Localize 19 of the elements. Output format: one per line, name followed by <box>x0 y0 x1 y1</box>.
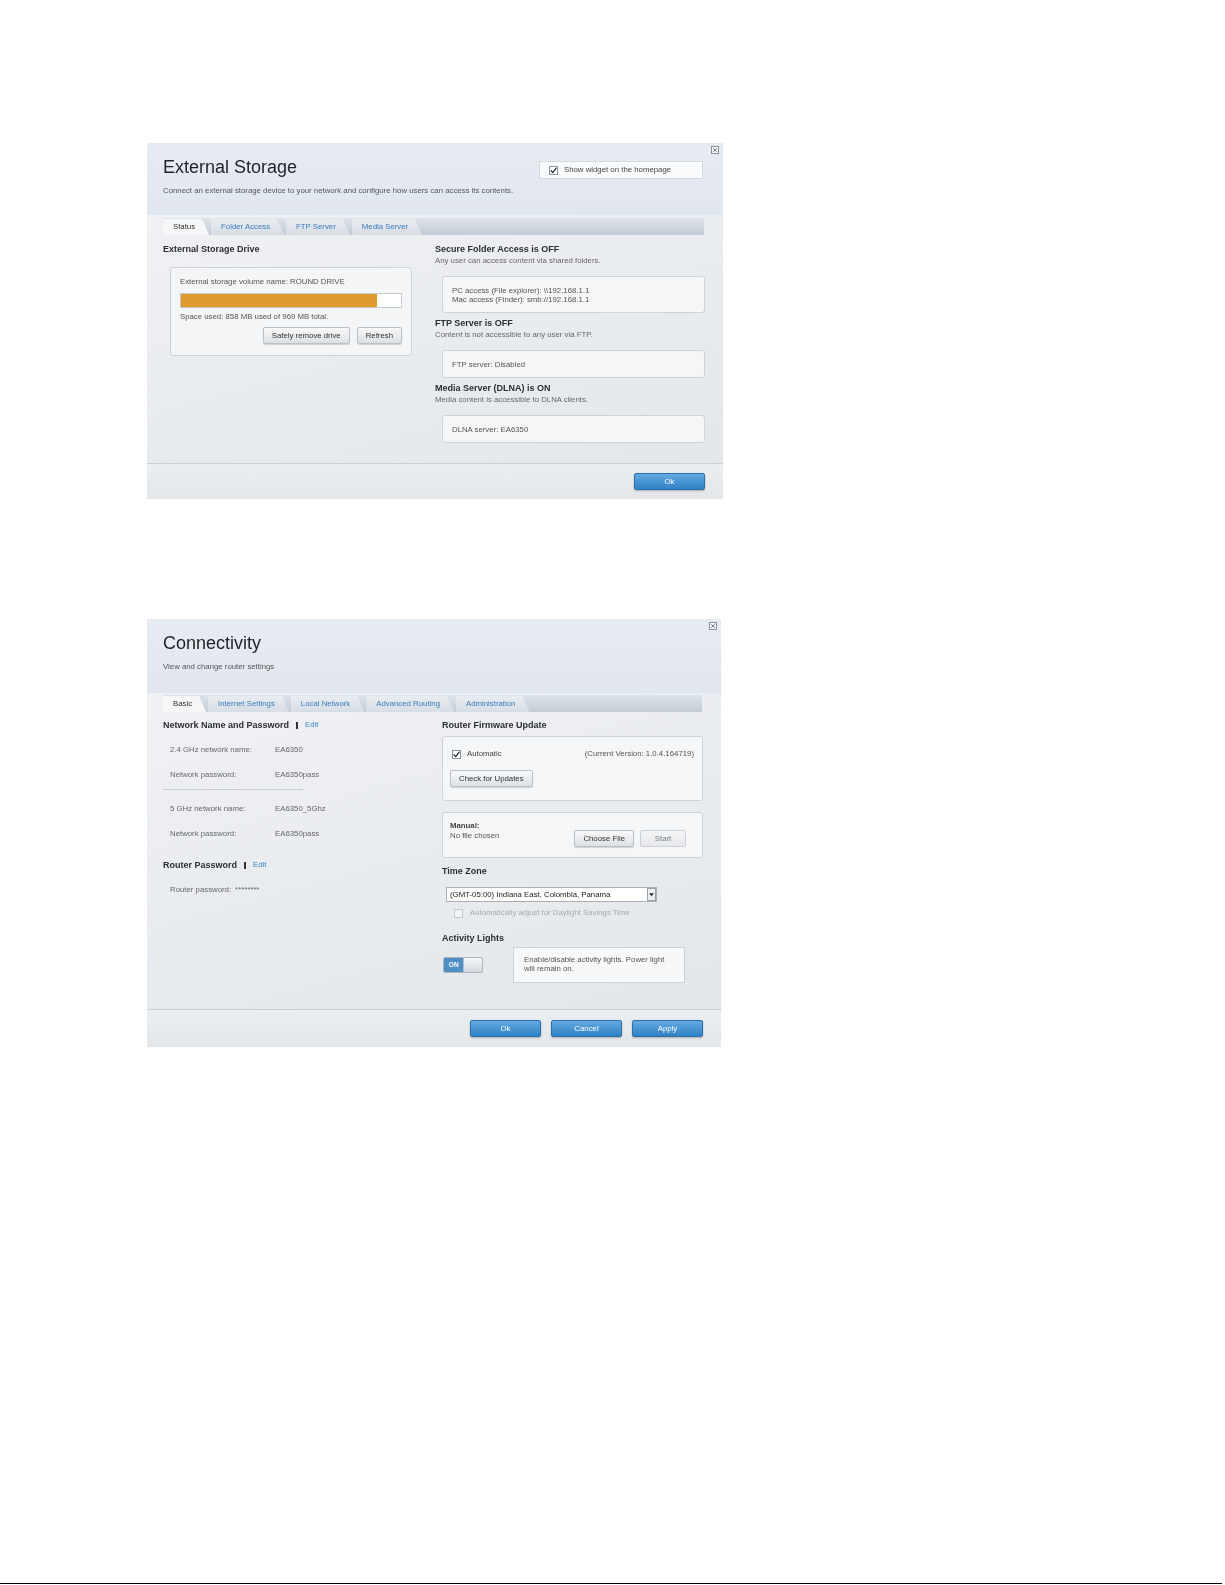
section-heading: Media Server (DLNA) is ON <box>435 382 552 394</box>
section-heading: FTP Server is OFF <box>435 317 514 329</box>
toggle-knob[interactable] <box>463 958 482 972</box>
section-heading: Network Name and Password <box>163 719 290 731</box>
close-icon[interactable] <box>709 622 717 630</box>
close-icon[interactable] <box>711 146 719 154</box>
checkmark-icon <box>453 750 460 758</box>
checkmark-icon <box>550 166 557 174</box>
section-heading: External Storage Drive <box>163 243 261 255</box>
checkbox[interactable] <box>549 165 558 175</box>
section-heading: Time Zone <box>442 865 488 877</box>
section-heading: Activity Lights <box>442 932 505 944</box>
dialog-title: Connectivity <box>163 632 263 654</box>
section-heading: Router Firmware Update <box>442 719 548 731</box>
caret-icon <box>647 888 656 901</box>
dialog-title: External Storage <box>163 156 299 178</box>
section-heading: Secure Folder Access is OFF <box>435 243 561 255</box>
section-heading: Router Password <box>163 859 238 871</box>
checkbox[interactable] <box>452 749 461 759</box>
